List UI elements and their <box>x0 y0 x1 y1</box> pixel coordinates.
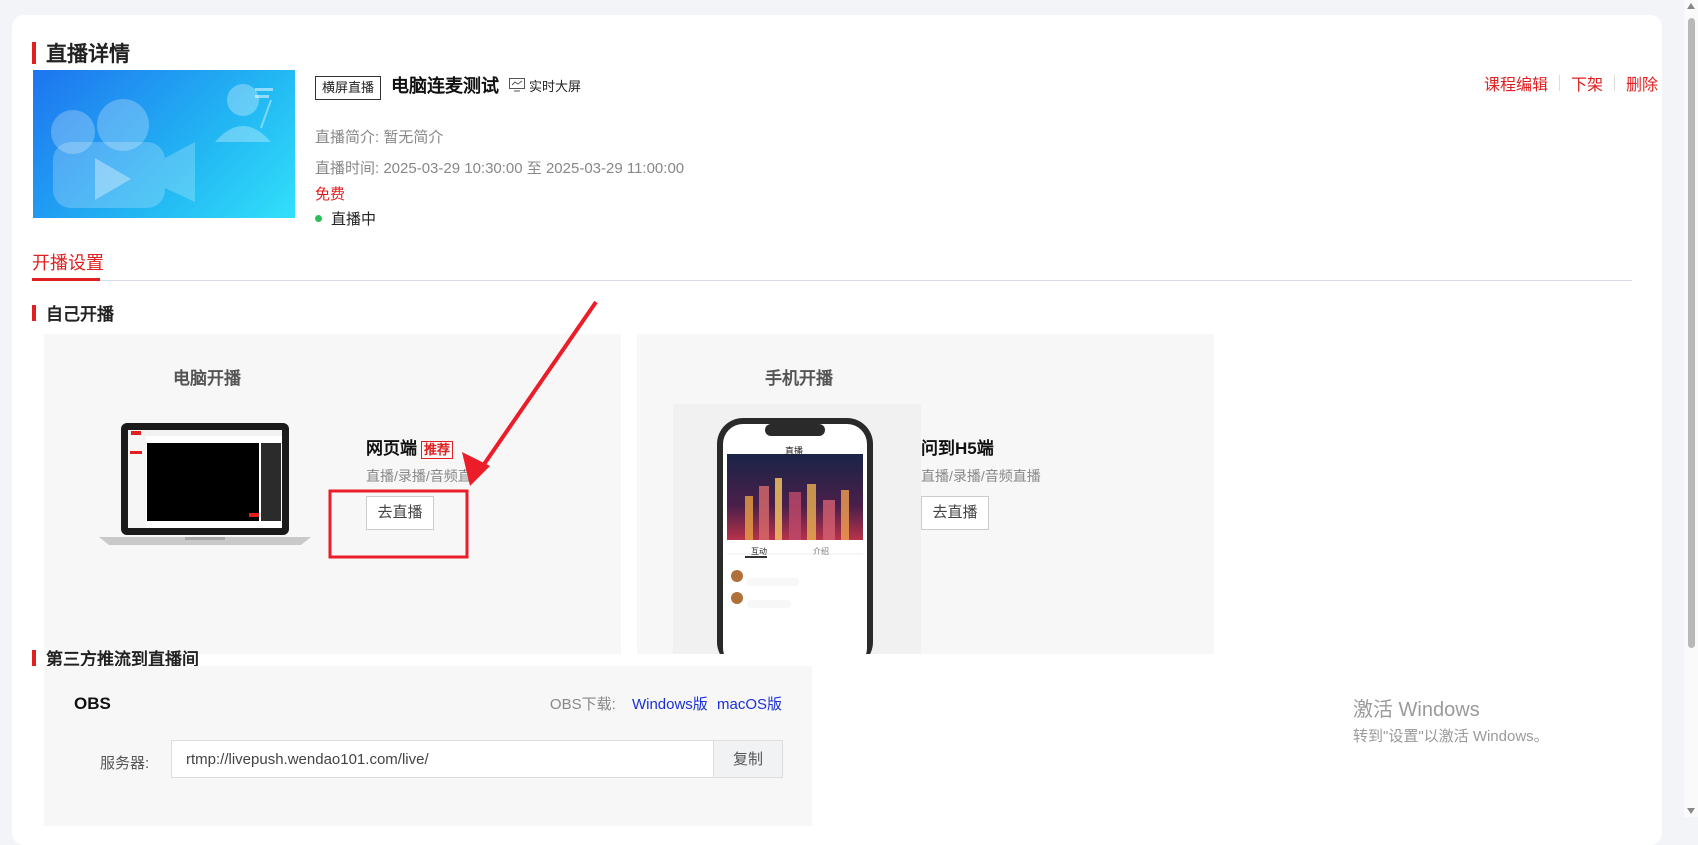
live-status: 直播中 <box>315 208 376 229</box>
recommend-badge: 推荐 <box>421 441 454 459</box>
vertical-scrollbar[interactable] <box>1684 0 1698 817</box>
title-accent-bar <box>32 42 36 64</box>
web-option-title: 网页端 推荐 <box>366 434 454 459</box>
mobile-live-panel: 手机开播 直播 互动 介绍 问到H5端 直播/录播/音频直播 去直播 <box>637 334 1214 654</box>
phone-tab-interact: 互动 <box>751 547 767 556</box>
watermark-line1: 激活 Windows <box>1353 699 1480 721</box>
obs-download: OBS下载: Windows版 macOS版 <box>550 693 782 714</box>
phone-tab-intro: 介绍 <box>813 547 829 556</box>
pc-panel-title: 电脑开播 <box>173 369 241 388</box>
scroll-up-icon[interactable] <box>1687 3 1695 9</box>
divider <box>1613 75 1615 91</box>
camera-illustration <box>51 84 273 208</box>
title-accent-bar <box>32 304 36 321</box>
h5-option-desc: 直播/录播/音频直播 <box>921 468 1041 484</box>
live-screen-label: 实时大屏 <box>529 78 582 94</box>
tab-divider <box>32 280 1632 281</box>
copy-button[interactable]: 复制 <box>713 740 783 778</box>
tab-active-underline <box>32 278 100 281</box>
tab-live-settings[interactable]: 开播设置 <box>32 249 104 275</box>
course-name: 电脑连麦测试 <box>391 76 500 96</box>
h5-option-title: 问到H5端 <box>921 439 994 458</box>
server-url-field[interactable]: rtmp://livepush.wendao101.com/live/ <box>171 740 713 778</box>
course-intro: 直播简介: 暂无简介 <box>315 129 444 146</box>
course-info-header: 横屏直播 电脑连麦测试 实时大屏 <box>315 72 581 100</box>
live-screen-button[interactable]: 实时大屏 <box>509 76 581 95</box>
laptop-illustration <box>99 423 311 545</box>
phone-header-title: 直播 <box>785 446 804 456</box>
mobile-panel-title: 手机开播 <box>765 369 833 388</box>
title-accent-bar <box>32 649 36 666</box>
divider <box>1558 75 1560 91</box>
status-text: 直播中 <box>331 211 377 228</box>
course-actions: 课程编辑 下架 删除 <box>1484 71 1658 95</box>
pc-go-live-button[interactable]: 去直播 <box>366 496 434 530</box>
web-option-desc: 直播/录播/音频直 <box>366 468 472 484</box>
scroll-down-icon[interactable] <box>1687 808 1695 814</box>
take-offline-link[interactable]: 下架 <box>1571 71 1603 95</box>
self-live-section-title: 自己开播 <box>32 300 114 325</box>
phone-illustration: 直播 互动 介绍 <box>673 404 921 654</box>
pc-live-panel: 电脑开播 网页端 推荐 直播/录播/音频直 去直播 <box>44 334 621 654</box>
course-cover-image <box>33 70 295 218</box>
edit-course-link[interactable]: 课程编辑 <box>1484 71 1548 95</box>
obs-title: OBS <box>74 694 111 713</box>
windows-activation-watermark: 激活 Windows 转到"设置"以激活 Windows。 <box>1353 693 1549 746</box>
page-title: 直播详情 <box>32 38 130 68</box>
obs-macos-link[interactable]: macOS版 <box>717 696 782 713</box>
delete-link[interactable]: 删除 <box>1626 71 1658 95</box>
monitor-icon <box>509 78 526 92</box>
server-label: 服务器: <box>100 755 150 772</box>
obs-panel: OBS OBS下载: Windows版 macOS版 服务器: rtmp://l… <box>44 666 812 826</box>
watermark-line2: 转到"设置"以激活 Windows。 <box>1353 728 1549 745</box>
obs-download-label: OBS下载: <box>549 696 616 713</box>
course-type-tag: 横屏直播 <box>315 76 382 100</box>
status-dot-icon <box>315 215 322 222</box>
mobile-go-live-button[interactable]: 去直播 <box>921 496 989 530</box>
scrollbar-thumb[interactable] <box>1688 18 1695 648</box>
obs-windows-link[interactable]: Windows版 <box>632 696 708 713</box>
course-time: 直播时间: 2025-03-29 10:30:00 至 2025-03-29 1… <box>315 160 685 177</box>
course-price: 免费 <box>315 186 346 203</box>
